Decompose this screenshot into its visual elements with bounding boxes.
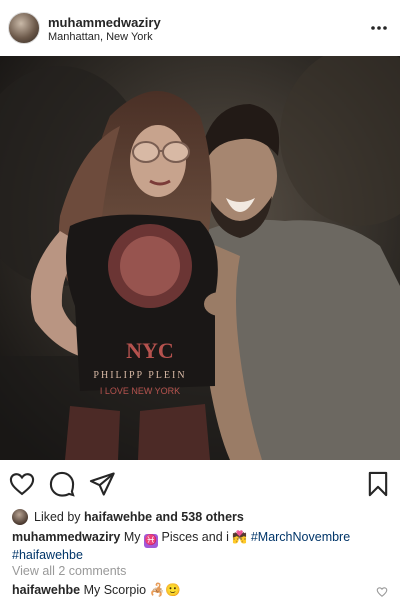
comment-row: haifawehbe My Scorpio 🦂🙂 xyxy=(12,583,181,598)
post-caption: muhammedwaziry My ♓ Pisces and i 💏 #Marc… xyxy=(12,530,392,563)
shirt-text-bottom: I LOVE NEW YORK xyxy=(100,386,180,396)
caption-username[interactable]: muhammedwaziry xyxy=(12,530,120,544)
liker-username[interactable]: haifawehbe xyxy=(84,510,152,524)
pisces-icon: ♓ xyxy=(144,534,159,548)
post-header: muhammedwaziry Manhattan, New York xyxy=(0,0,400,56)
comment-bubble-icon[interactable] xyxy=(48,470,76,498)
paper-plane-icon[interactable] xyxy=(88,470,116,498)
scorpion-emoji-icon: 🦂🙂 xyxy=(149,583,181,597)
shirt-text-mid: PHILIPP PLEIN xyxy=(93,370,186,381)
small-heart-icon[interactable] xyxy=(376,585,388,597)
comment-text: My Scorpio xyxy=(83,583,147,597)
action-bar xyxy=(0,468,400,502)
heart-icon[interactable] xyxy=(8,470,36,498)
caption-text-2: Pisces and i xyxy=(161,530,229,544)
post-photo-image: NYC PHILIPP PLEIN I LOVE NEW YORK xyxy=(0,56,400,460)
liker-avatar xyxy=(12,509,28,525)
avatar[interactable] xyxy=(8,12,40,44)
comment-username[interactable]: haifawehbe xyxy=(12,583,80,597)
caption-text: My xyxy=(123,530,141,544)
bookmark-icon[interactable] xyxy=(364,470,392,498)
hashtag-march-novembre[interactable]: #MarchNovembre xyxy=(251,530,350,544)
likes-count[interactable]: and 538 others xyxy=(156,510,244,524)
view-all-comments-link[interactable]: View all 2 comments xyxy=(12,564,126,578)
more-horizontal-icon[interactable] xyxy=(370,19,388,37)
post-username[interactable]: muhammedwaziry xyxy=(48,15,161,30)
couple-kiss-icon: 💏 xyxy=(232,530,248,544)
shirt-text-top: NYC xyxy=(126,338,174,363)
post-photo[interactable]: NYC PHILIPP PLEIN I LOVE NEW YORK xyxy=(0,56,400,460)
liked-by-row[interactable]: Liked by haifawehbe and 538 others xyxy=(12,508,244,526)
hashtag-haifawehbe[interactable]: #haifawehbe xyxy=(12,548,83,562)
liked-by-prefix: Liked by xyxy=(34,510,81,524)
post-location[interactable]: Manhattan, New York xyxy=(48,31,153,43)
